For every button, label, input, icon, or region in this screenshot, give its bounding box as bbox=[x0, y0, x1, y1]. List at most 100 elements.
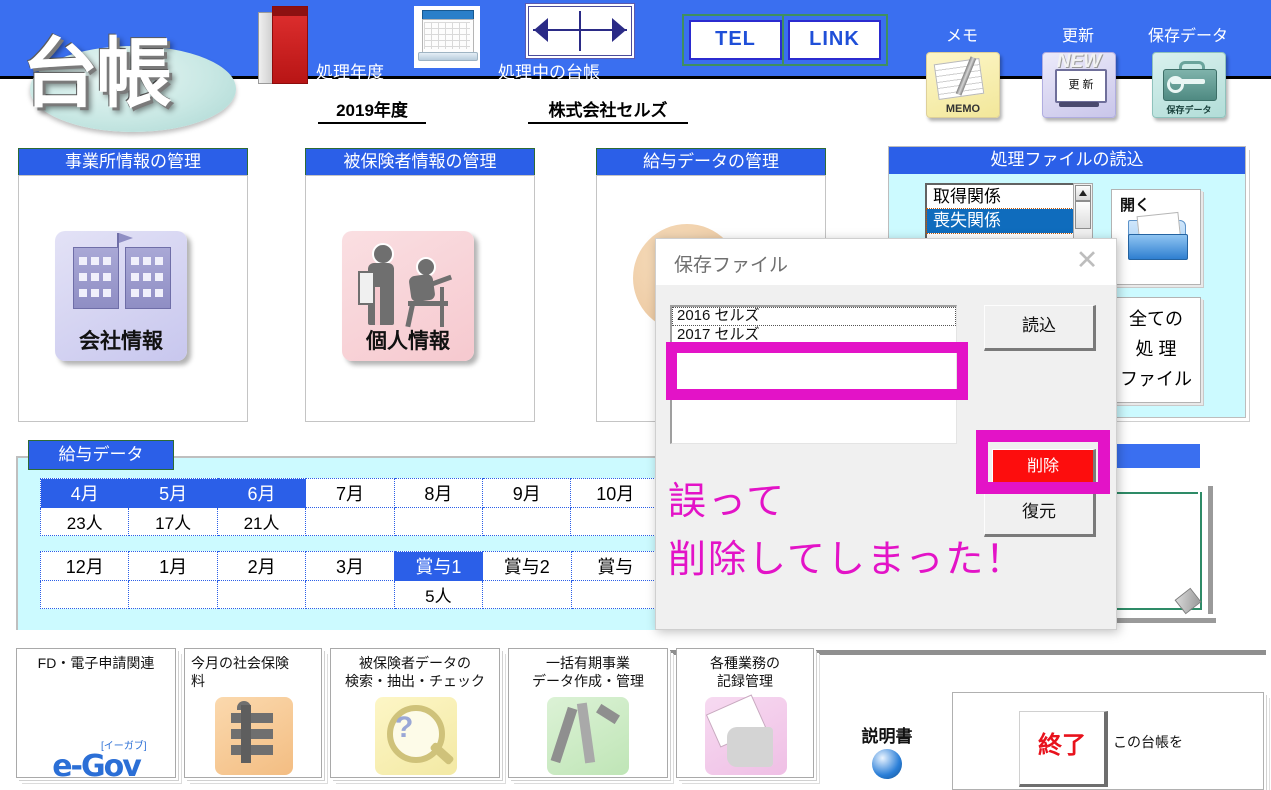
month-cell[interactable]: 4月 bbox=[39, 478, 130, 508]
logo-text: 台帳 bbox=[22, 29, 172, 118]
list-option-0[interactable]: 取得関係 bbox=[927, 185, 1075, 209]
open-file-button[interactable]: 開く bbox=[1111, 189, 1201, 285]
month-cell[interactable]: 8月 bbox=[393, 478, 484, 508]
month-cell[interactable]: 賞与2 bbox=[482, 551, 572, 581]
panel-insured[interactable]: 個人情報 bbox=[305, 175, 535, 422]
magnifier-question-icon: ? bbox=[375, 697, 457, 775]
memo-caption: メモ bbox=[945, 28, 978, 45]
month-cell[interactable]: 7月 bbox=[305, 478, 395, 508]
annotation-highlight-delete-button bbox=[976, 430, 1110, 494]
month-cell[interactable]: 2月 bbox=[216, 551, 307, 581]
all-process-files-button[interactable]: 全ての 処 理 ファイル bbox=[1111, 297, 1201, 403]
update-icon-label: 更 新 bbox=[1055, 69, 1107, 103]
annotation-highlight-missing-file bbox=[666, 342, 968, 400]
app-logo: 台帳 bbox=[8, 2, 258, 134]
count-cell bbox=[482, 507, 572, 536]
manual-label: 説明書 bbox=[861, 727, 913, 746]
close-icon[interactable]: ✕ bbox=[1072, 247, 1102, 277]
year-value[interactable]: 2019年度 bbox=[318, 96, 426, 124]
record-hand-icon bbox=[705, 694, 787, 775]
bottom-button-insured-search[interactable]: 被保険者データの 検索・抽出・チェック ? bbox=[330, 648, 500, 778]
salary-table-row1[interactable]: 4月 5月 6月 7月 8月 9月 10月 23人 17人 21人 bbox=[39, 478, 660, 536]
annotation-line-2: 削除してしまった！ bbox=[668, 539, 1026, 581]
table-row: 5人 bbox=[39, 580, 661, 609]
calendar-icon bbox=[414, 6, 480, 68]
egov-kana: [イーガブ] bbox=[101, 741, 147, 752]
scroll-up-icon[interactable] bbox=[1075, 185, 1091, 201]
bottom-label: 検索・抽出・チェック bbox=[345, 673, 485, 689]
table-row: 4月 5月 6月 7月 8月 9月 10月 bbox=[39, 478, 660, 508]
salary-data-tab[interactable]: 給与データ bbox=[28, 440, 174, 470]
update-caption: 更新 bbox=[1061, 28, 1094, 45]
month-cell[interactable]: 10月 bbox=[570, 478, 660, 508]
month-cell[interactable]: 賞与1 bbox=[393, 551, 484, 581]
count-cell: 5人 bbox=[393, 580, 484, 609]
personal-info-icon[interactable]: 個人情報 bbox=[342, 231, 474, 361]
panel-office[interactable]: 会社情報 bbox=[18, 175, 248, 422]
company-info-caption: 会社情報 bbox=[79, 330, 163, 353]
count-cell bbox=[570, 580, 661, 609]
count-cell bbox=[482, 580, 572, 609]
count-cell bbox=[305, 507, 395, 536]
manual-help-icon[interactable]: 説明書 bbox=[832, 722, 942, 779]
month-cell[interactable]: 1月 bbox=[128, 551, 218, 581]
open-button-label: 開く bbox=[1120, 197, 1151, 214]
bottom-button-batch-project[interactable]: 一括有期事業 データ作成・管理 bbox=[508, 648, 668, 778]
tel-link-divider bbox=[782, 16, 784, 64]
bottom-button-monthly-insurance[interactable]: 今月の社会保険 料 bbox=[184, 648, 322, 778]
bottom-label: 今月の社会保険 bbox=[191, 655, 289, 671]
tel-button[interactable]: TEL bbox=[689, 20, 782, 60]
memo-icon[interactable]: MEMO bbox=[926, 52, 1000, 118]
ledger-book-icon bbox=[258, 6, 308, 84]
bottom-label: FD・電子申請関連 bbox=[37, 655, 155, 671]
bottom-button-record-management[interactable]: 各種業務の 記録管理 bbox=[676, 648, 814, 778]
update-icon[interactable]: NEW 更 新 bbox=[1042, 51, 1116, 118]
bottom-label: 一括有期事業 bbox=[546, 655, 630, 671]
panel-title-office: 事業所情報の管理 bbox=[18, 148, 248, 177]
ledger-label: 処理中の台帳 bbox=[498, 63, 600, 82]
list-item[interactable]: 2016 セルズ bbox=[672, 307, 956, 326]
scroll-thumb[interactable] bbox=[1075, 201, 1091, 229]
month-cell[interactable]: 9月 bbox=[482, 478, 572, 508]
load-button[interactable]: 読込 bbox=[984, 305, 1096, 351]
month-cell[interactable]: 3月 bbox=[305, 551, 395, 581]
table-row: 23人 17人 21人 bbox=[39, 507, 660, 536]
month-cell[interactable]: 5月 bbox=[128, 478, 218, 508]
panel-title-insured: 被保険者情報の管理 bbox=[305, 148, 535, 177]
count-cell bbox=[570, 507, 660, 536]
all-files-line-0: 全ての bbox=[1129, 309, 1183, 329]
bottom-label: 各種業務の bbox=[710, 655, 780, 671]
egov-icon: [イーガブ] e-Gov bbox=[31, 741, 161, 784]
link-button[interactable]: LINK bbox=[788, 20, 881, 60]
folder-icon bbox=[1128, 211, 1188, 260]
month-cell[interactable]: 12月 bbox=[39, 551, 130, 581]
dialog-title: 保存ファイル bbox=[674, 255, 789, 276]
exit-note: この台帳を bbox=[1113, 734, 1183, 750]
count-cell bbox=[305, 580, 395, 609]
salary-table-row2[interactable]: 12月 1月 2月 3月 賞与1 賞与2 賞与 5人 bbox=[39, 551, 661, 609]
insurance-icon bbox=[215, 697, 293, 775]
tools-icon bbox=[547, 697, 629, 775]
month-cell[interactable]: 賞与 bbox=[570, 551, 661, 581]
exit-panel: 終了 この台帳を bbox=[952, 692, 1264, 790]
exit-button[interactable]: 終了 bbox=[1019, 711, 1108, 787]
bottom-button-fd-eapp[interactable]: FD・電子申請関連 [イーガブ] e-Gov bbox=[16, 648, 176, 784]
bottom-label: データ作成・管理 bbox=[532, 673, 644, 689]
annotation-line-1: 誤って bbox=[668, 481, 787, 523]
list-option-1[interactable]: 喪失関係 bbox=[926, 208, 1076, 234]
ledger-value[interactable]: 株式会社セルズ bbox=[528, 96, 688, 124]
month-cell[interactable]: 6月 bbox=[216, 478, 307, 508]
globe-icon bbox=[872, 749, 902, 779]
switch-ledger-button[interactable] bbox=[528, 6, 632, 56]
company-info-icon[interactable]: 会社情報 bbox=[55, 231, 187, 361]
count-cell: 17人 bbox=[128, 507, 218, 536]
all-files-line-2: ファイル bbox=[1120, 369, 1192, 389]
tel-link-group: TEL LINK bbox=[682, 14, 888, 66]
panel-title-salary: 給与データの管理 bbox=[596, 148, 826, 177]
count-cell bbox=[128, 580, 218, 609]
year-label: 処理年度 bbox=[316, 63, 384, 82]
count-cell: 23人 bbox=[39, 507, 130, 536]
table-row: 12月 1月 2月 3月 賞与1 賞与2 賞与 bbox=[39, 551, 661, 581]
count-cell bbox=[216, 580, 307, 609]
saved-data-icon[interactable]: 保存データ bbox=[1152, 52, 1226, 118]
